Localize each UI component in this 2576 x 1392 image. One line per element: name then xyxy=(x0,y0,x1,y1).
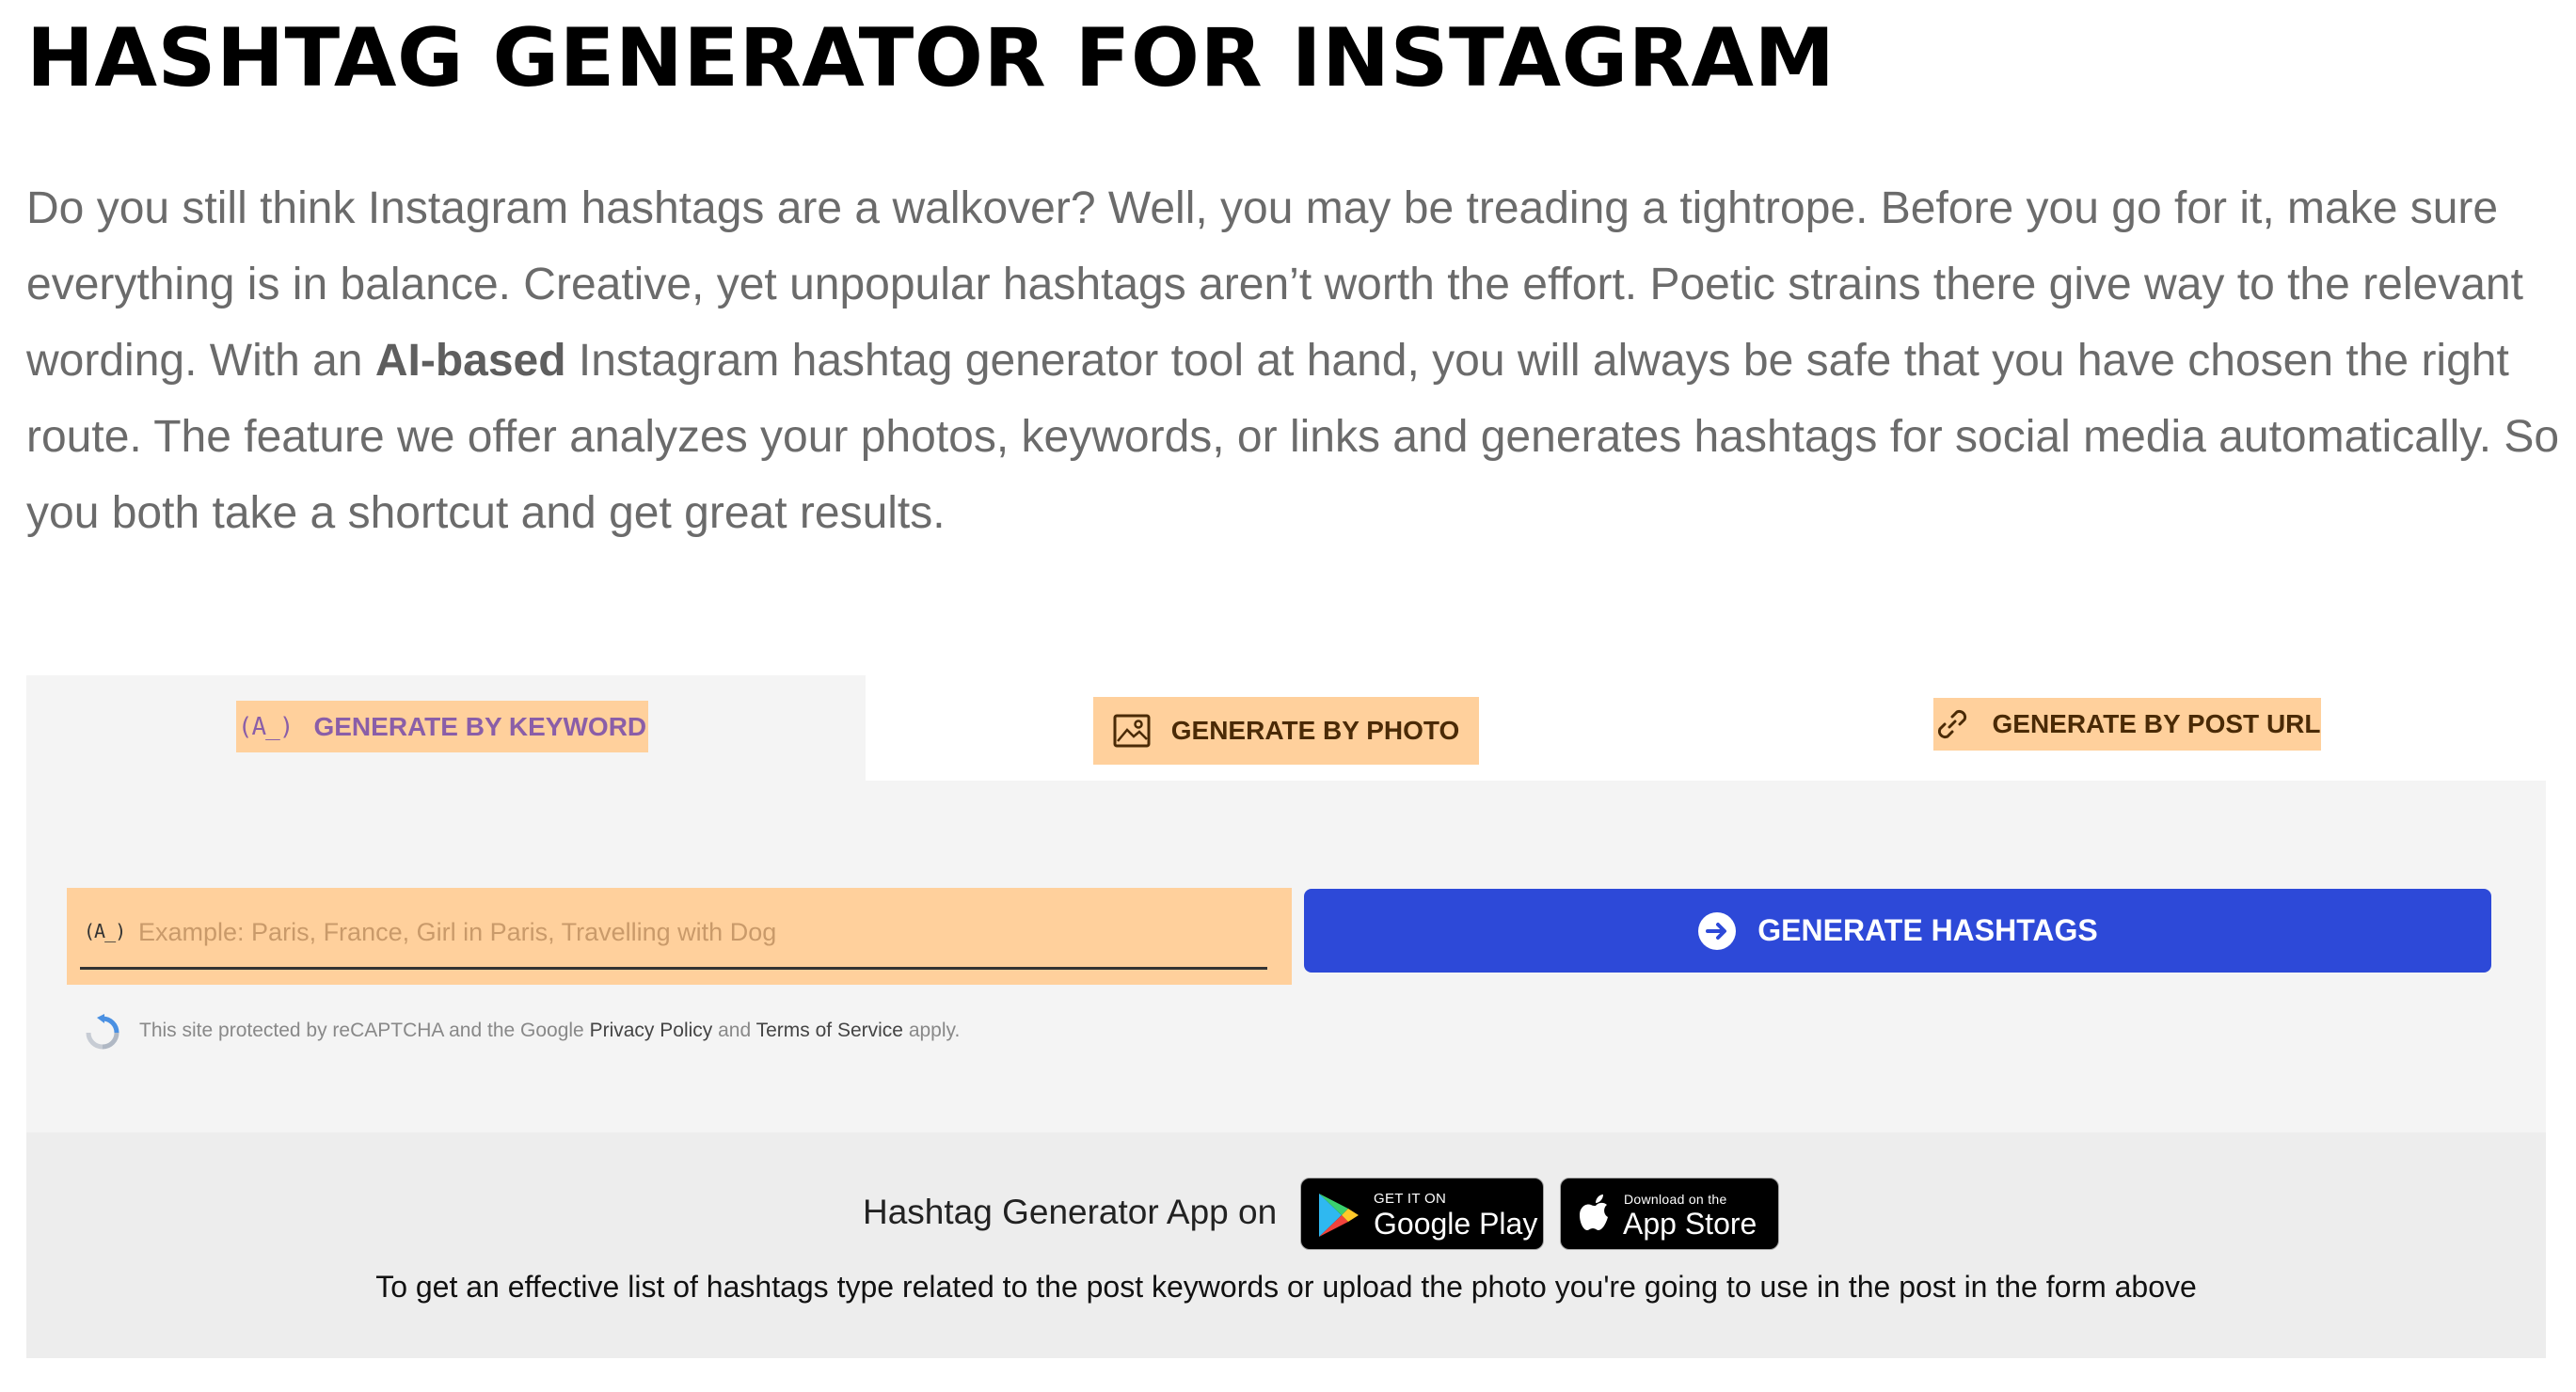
recaptcha-icon xyxy=(86,1014,119,1050)
google-play-badge[interactable]: GET IT ON Google Play xyxy=(1300,1178,1544,1250)
terms-of-service-link[interactable]: Terms of Service xyxy=(756,1020,903,1041)
google-play-big-text: Google Play xyxy=(1374,1207,1538,1241)
generate-hashtags-button[interactable]: GENERATE HASHTAGS xyxy=(1304,889,2491,973)
intro-bold-text: AI-based xyxy=(374,336,566,386)
page-title: HASHTAG GENERATOR FOR INSTAGRAM xyxy=(26,11,1836,105)
recaptcha-and: and xyxy=(712,1020,756,1041)
privacy-policy-link[interactable]: Privacy Policy xyxy=(590,1020,713,1041)
app-store-big-text: App Store xyxy=(1623,1207,1757,1241)
keyword-field: (A_) xyxy=(67,888,1292,985)
recaptcha-notice: This site protected by reCAPTCHA and the… xyxy=(139,1020,960,1042)
tab-label: GENERATE BY PHOTO xyxy=(1170,716,1460,745)
tab-label: GENERATE BY KEYWORD xyxy=(313,711,647,741)
image-icon xyxy=(1113,714,1151,748)
google-play-icon xyxy=(1319,1194,1359,1237)
app-label: Hashtag Generator App on xyxy=(863,1193,1278,1231)
link-icon xyxy=(1938,709,1967,739)
tab-generate-by-keyword[interactable]: (A_) GENERATE BY KEYWORD xyxy=(236,701,648,752)
intro-paragraph: Do you still think Instagram hashtags ar… xyxy=(26,170,2567,551)
tab-label: GENERATE BY POST URL xyxy=(1992,709,2321,738)
keyword-icon: (A_) xyxy=(84,920,126,942)
arrow-circle-icon xyxy=(1698,911,1737,950)
recaptcha-prefix: This site protected by reCAPTCHA and the… xyxy=(139,1020,590,1041)
apple-icon xyxy=(1580,1194,1608,1230)
app-download-bar xyxy=(26,1132,2546,1358)
tab-generate-by-post-url[interactable]: GENERATE BY POST URL xyxy=(1933,698,2321,751)
keyword-icon: (A_) xyxy=(237,712,294,741)
generate-button-label: GENERATE HASHTAGS xyxy=(1757,913,2098,947)
input-underline xyxy=(80,967,1267,970)
app-store-small-text: Download on the xyxy=(1624,1192,1727,1207)
tab-generate-by-photo[interactable]: GENERATE BY PHOTO xyxy=(1093,697,1479,765)
recaptcha-suffix: apply. xyxy=(902,1020,961,1041)
keyword-input[interactable] xyxy=(138,909,1248,956)
app-store-badge[interactable]: Download on the App Store xyxy=(1560,1178,1779,1250)
form-help-text: To get an effective list of hashtags typ… xyxy=(375,1270,2197,1304)
google-play-small-text: GET IT ON xyxy=(1374,1191,1447,1207)
